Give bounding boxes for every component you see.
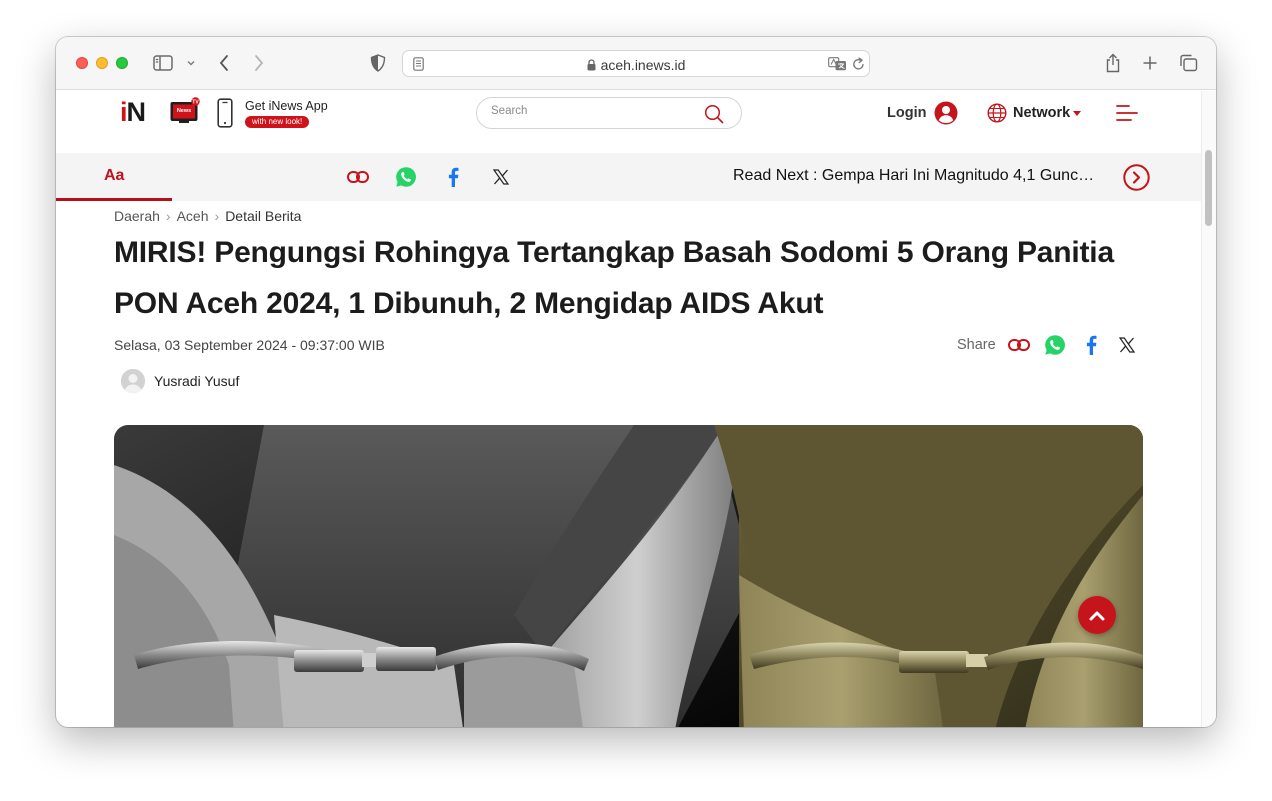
search-input[interactable] bbox=[491, 105, 691, 117]
search-box bbox=[476, 97, 742, 129]
back-to-top-button[interactable] bbox=[1078, 596, 1116, 634]
chevron-right-circle-icon[interactable] bbox=[1122, 163, 1150, 191]
facebook-icon[interactable] bbox=[1080, 333, 1102, 357]
user-account-icon[interactable] bbox=[933, 100, 959, 126]
breadcrumb-item-daerah[interactable]: Daerah bbox=[114, 208, 160, 224]
globe-icon[interactable] bbox=[986, 102, 1008, 124]
whatsapp-icon[interactable] bbox=[1043, 333, 1067, 357]
share-label: Share bbox=[957, 337, 996, 353]
author-avatar[interactable] bbox=[121, 369, 145, 393]
whatsapp-icon[interactable] bbox=[394, 165, 418, 189]
share-sheet-icon[interactable] bbox=[1103, 52, 1123, 74]
hamburger-menu-icon[interactable] bbox=[1115, 101, 1139, 125]
breadcrumb-separator: › bbox=[165, 208, 171, 224]
sidebar-toggle-icon[interactable] bbox=[152, 53, 174, 73]
active-tab-indicator bbox=[56, 198, 172, 201]
scrollbar-thumb[interactable] bbox=[1205, 150, 1212, 226]
browser-toolbar: aceh.inews.id bbox=[56, 37, 1216, 90]
tv-badge-label: News bbox=[176, 108, 192, 114]
inews-logo[interactable]: iN bbox=[120, 97, 146, 128]
facebook-icon[interactable] bbox=[442, 165, 464, 189]
sticky-share-bar: Aa Read Next : Gempa Hari Ini Magnitudo … bbox=[56, 153, 1201, 201]
login-link[interactable]: Login bbox=[887, 105, 926, 121]
chevron-up-icon bbox=[1089, 611, 1105, 620]
read-next-link[interactable]: Read Next : Gempa Hari Ini Magnitudo 4,1… bbox=[733, 167, 1098, 185]
forward-icon[interactable] bbox=[249, 53, 269, 73]
url-text: aceh.inews.id bbox=[403, 57, 869, 73]
search-icon[interactable] bbox=[703, 103, 725, 125]
copy-link-icon[interactable] bbox=[1007, 334, 1031, 356]
tab-overview-icon[interactable] bbox=[1177, 53, 1199, 73]
address-bar[interactable]: aceh.inews.id bbox=[402, 50, 870, 77]
article-title: MIRIS! Pengungsi Rohingya Tertangkap Bas… bbox=[114, 236, 1114, 320]
chevron-down-icon[interactable] bbox=[184, 56, 198, 70]
article-hero-image[interactable] bbox=[114, 425, 1143, 727]
reload-icon[interactable] bbox=[850, 56, 866, 72]
back-icon[interactable] bbox=[214, 53, 234, 73]
close-window-button[interactable] bbox=[76, 57, 88, 69]
translate-icon[interactable] bbox=[827, 56, 847, 72]
breadcrumb-separator: › bbox=[214, 208, 220, 224]
browser-window: aceh.inews.id iN TV News Get iNews App w… bbox=[56, 37, 1216, 727]
site-header: iN TV News Get iNews App with new look! … bbox=[56, 91, 1201, 137]
x-twitter-icon[interactable] bbox=[490, 166, 512, 188]
new-look-badge: with new look! bbox=[245, 116, 310, 128]
copy-link-icon[interactable] bbox=[346, 166, 370, 188]
breadcrumb-item-current: Detail Berita bbox=[225, 208, 302, 224]
network-menu[interactable]: Network bbox=[1013, 105, 1070, 121]
inews-tv-icon[interactable]: TV News bbox=[169, 97, 201, 127]
publish-date: Selasa, 03 September 2024 - 09:37:00 WIB bbox=[114, 337, 385, 353]
new-tab-icon[interactable] bbox=[1140, 53, 1160, 73]
svg-text:TV: TV bbox=[192, 99, 199, 105]
x-twitter-icon[interactable] bbox=[1116, 334, 1138, 356]
minimize-window-button[interactable] bbox=[96, 57, 108, 69]
get-app-label[interactable]: Get iNews App bbox=[245, 99, 328, 113]
privacy-shield-icon[interactable] bbox=[368, 53, 388, 73]
caret-down-icon[interactable] bbox=[1072, 109, 1082, 117]
lock-icon bbox=[587, 59, 596, 71]
mobile-phone-icon[interactable] bbox=[216, 97, 234, 129]
author-name[interactable]: Yusradi Yusuf bbox=[154, 373, 239, 389]
breadcrumb-item-aceh[interactable]: Aceh bbox=[177, 208, 209, 224]
font-size-toggle[interactable]: Aa bbox=[104, 167, 124, 185]
breadcrumb: Daerah › Aceh › Detail Berita bbox=[114, 208, 301, 224]
zoom-window-button[interactable] bbox=[116, 57, 128, 69]
